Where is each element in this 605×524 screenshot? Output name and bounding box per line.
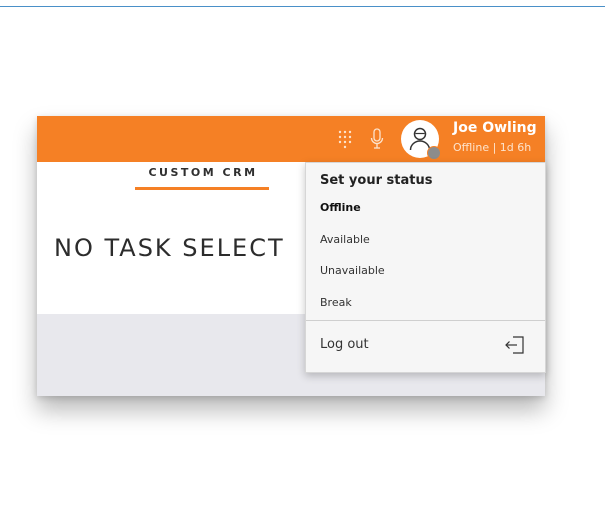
microphone-icon[interactable] (369, 127, 385, 151)
user-status-text: Offline | 1d 6h (453, 141, 532, 154)
user-name[interactable]: Joe Owling (453, 120, 537, 136)
logout-label: Log out (320, 337, 369, 352)
status-option-unavailable[interactable]: Unavailable (320, 264, 385, 277)
no-task-placeholder: NO TASK SELECT (54, 234, 285, 262)
logout-menu-item[interactable]: Log out (306, 321, 545, 371)
user-avatar[interactable] (401, 120, 441, 160)
tab-custom-crm[interactable]: CUSTOM CRM (137, 166, 269, 179)
status-menu-title: Set your status (320, 173, 433, 188)
logout-icon (504, 335, 526, 359)
active-tab-indicator (135, 187, 269, 190)
status-option-break[interactable]: Break (320, 296, 352, 309)
top-bar: Joe Owling Offline | 1d 6h (37, 116, 545, 162)
status-option-offline[interactable]: Offline (320, 201, 361, 214)
top-divider (0, 6, 605, 7)
status-indicator-dot (427, 146, 441, 160)
dialpad-icon[interactable] (337, 129, 353, 149)
status-menu: Set your status Offline Available Unavai… (305, 162, 546, 373)
status-option-available[interactable]: Available (320, 233, 370, 246)
agent-app-window: Joe Owling Offline | 1d 6h CUSTOM CRM NO… (37, 116, 546, 396)
